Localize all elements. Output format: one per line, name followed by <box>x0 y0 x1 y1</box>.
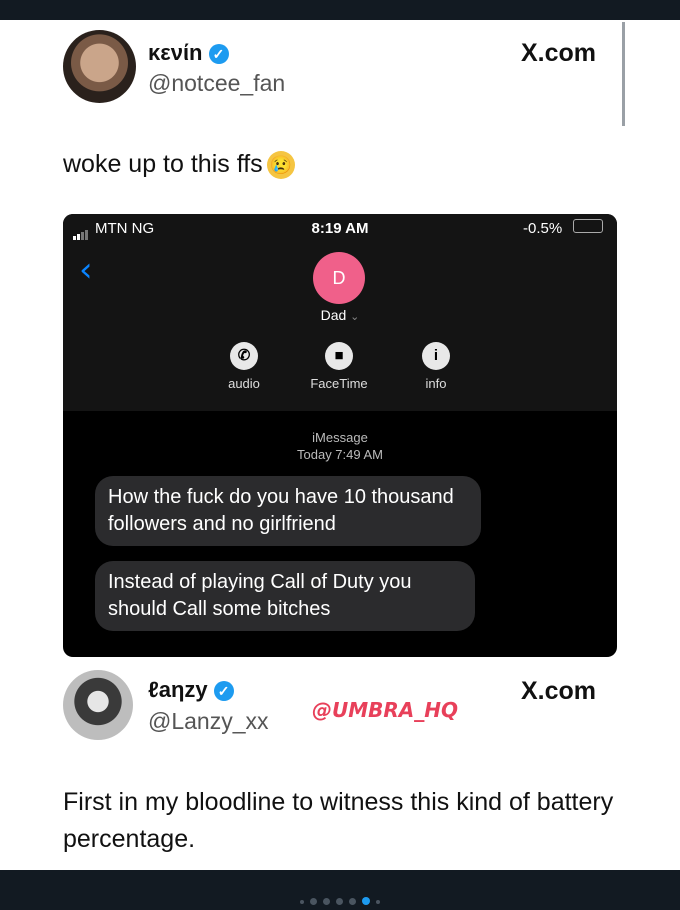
message-bubble[interactable]: How the fuck do you have 10 thousand fol… <box>95 476 481 546</box>
crying-face-icon: 😢 <box>266 151 295 180</box>
verified-icon: ✓ <box>208 44 229 65</box>
page-dot <box>336 898 343 905</box>
contact-avatar[interactable]: D <box>313 252 365 304</box>
user-handle[interactable]: @Lanzy_xx <box>148 708 269 735</box>
imessage-screenshot: MTN NG 8:19 AM -0.5% ‹ D Dad ⌄ ✆ audio ■… <box>63 214 617 657</box>
battery-icon <box>573 219 603 233</box>
service-label: iMessage <box>312 430 368 445</box>
audio-call-button[interactable]: ✆ audio <box>204 342 284 391</box>
top-bar <box>0 0 680 20</box>
page-dot <box>323 898 330 905</box>
display-name[interactable]: ℓaηzy ✓ <box>148 677 234 703</box>
battery-percentage: -0.5% <box>523 220 563 237</box>
video-camera-icon: ■ <box>325 342 353 370</box>
info-label: info <box>425 376 447 391</box>
message-bubble[interactable]: Instead of playing Call of Duty you shou… <box>95 561 475 631</box>
facetime-label: FaceTime <box>310 376 368 391</box>
conversation-header: MTN NG 8:19 AM -0.5% ‹ D Dad ⌄ ✆ audio ■… <box>63 214 617 411</box>
site-label: X.com <box>521 39 597 67</box>
watermark: @UMBRA_HQ <box>312 698 459 722</box>
chevron-down-icon: ⌄ <box>350 311 360 323</box>
tweet-text-content: woke up to this ffs <box>63 150 263 178</box>
info-button[interactable]: i info <box>396 342 476 391</box>
facetime-button[interactable]: ■ FaceTime <box>299 342 379 391</box>
user-handle[interactable]: @notcee_fan <box>148 70 285 97</box>
page-dot <box>300 900 304 904</box>
tweet-text: woke up to this ffs 😢 <box>63 146 295 183</box>
page-dot-active <box>362 897 370 905</box>
page-dot <box>376 900 380 904</box>
message-timestamp: Today 7:49 AM <box>297 447 383 462</box>
page-dot <box>310 898 317 905</box>
phone-icon: ✆ <box>230 342 258 370</box>
audio-label: audio <box>228 376 260 391</box>
verified-icon: ✓ <box>213 681 234 702</box>
display-name-text: κενίn <box>148 40 203 65</box>
back-chevron-icon[interactable]: ‹ <box>79 250 93 290</box>
page-indicator[interactable] <box>0 892 680 910</box>
site-label: X.com <box>521 677 597 705</box>
display-name[interactable]: κενίn ✓ <box>148 40 229 66</box>
page-dot <box>349 898 356 905</box>
avatar[interactable] <box>63 30 136 103</box>
avatar[interactable] <box>63 670 133 740</box>
display-name-text: ℓaηzy <box>148 677 208 702</box>
info-icon: i <box>422 342 450 370</box>
tweet-text: First in my bloodline to witness this ki… <box>63 788 614 853</box>
scrollbar[interactable] <box>622 22 625 126</box>
contact-name[interactable]: Dad ⌄ <box>63 307 617 323</box>
